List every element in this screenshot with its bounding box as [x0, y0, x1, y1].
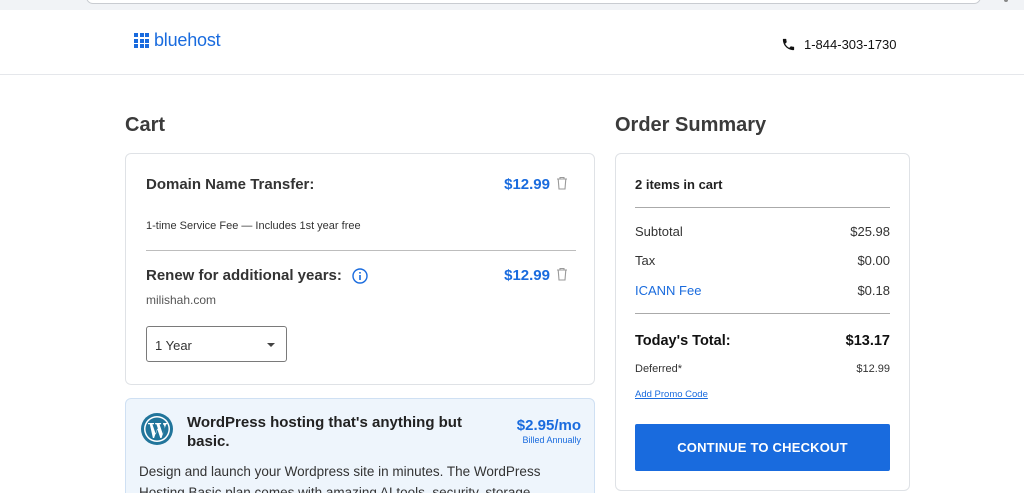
item-divider [146, 250, 576, 251]
phone-icon [782, 38, 795, 51]
renew-term-value: 1 Year [155, 338, 192, 353]
deferred-label: Deferred* [635, 363, 683, 375]
subtotal-label: Subtotal [635, 224, 683, 239]
deferred-row: Deferred* $12.99 [635, 363, 890, 375]
wordpress-promo-price: $2.95/mo [516, 417, 581, 434]
domain-name: milishah.com [146, 293, 217, 307]
wordpress-logo-icon [141, 413, 173, 445]
domain-transfer-name: Domain Name Transfer: [146, 176, 315, 193]
order-summary-card: 2 items in cart Subtotal $25.98 Tax $0.0… [615, 153, 910, 491]
info-icon[interactable] [352, 268, 368, 284]
subtotal-row: Subtotal $25.98 [635, 224, 890, 239]
subtotal-value: $25.98 [850, 224, 890, 239]
chevron-down-icon [267, 343, 275, 347]
wordpress-promo-title: WordPress hosting that's anything but ba… [187, 414, 462, 450]
deferred-value: $12.99 [856, 363, 890, 375]
tax-row: Tax $0.00 [635, 253, 890, 268]
renew-item-row: Renew for additional years: [146, 267, 368, 284]
menu-dot-icon[interactable] [1004, 0, 1008, 2]
bluehost-logo[interactable]: bluehost [134, 30, 221, 51]
tax-label: Tax [635, 253, 656, 268]
total-value: $13.17 [845, 333, 890, 349]
order-summary-title: Order Summary [615, 114, 767, 136]
total-row: Today's Total: $13.17 [635, 333, 890, 349]
trash-icon[interactable] [556, 267, 568, 281]
logo-grid-icon [134, 33, 149, 48]
logo-text: bluehost [154, 30, 221, 50]
add-promo-code-link[interactable]: Add Promo Code [635, 389, 708, 400]
tax-value: $0.00 [857, 253, 890, 268]
address-bar[interactable] [86, 0, 981, 4]
renew-item-price: $12.99 [504, 267, 550, 284]
cart-title: Cart [125, 114, 166, 136]
wordpress-billing-note: Billed Annually [522, 435, 581, 445]
icann-fee-link[interactable]: ICANN Fee [635, 283, 701, 298]
items-count: 2 items in cart [635, 177, 723, 192]
wordpress-upsell-card: WordPress hosting that's anything but ba… [125, 398, 595, 493]
icann-fee-row: ICANN Fee $0.18 [635, 283, 890, 298]
summary-divider [635, 313, 890, 314]
phone-number: 1-844-303-1730 [804, 37, 897, 52]
wordpress-promo-description: Design and launch your Wordpress site in… [139, 464, 541, 493]
domain-transfer-price: $12.99 [504, 176, 550, 193]
icann-fee-value: $0.18 [857, 283, 890, 298]
site-header: bluehost 1-844-303-1730 [0, 10, 1024, 75]
continue-to-checkout-button[interactable]: CONTINUE TO CHECKOUT [635, 424, 890, 471]
trash-icon[interactable] [556, 176, 568, 190]
service-fee-note: 1-time Service Fee — Includes 1st year f… [146, 220, 361, 232]
total-label: Today's Total: [635, 333, 731, 349]
phone-contact[interactable]: 1-844-303-1730 [781, 37, 897, 52]
summary-divider [635, 207, 890, 208]
renew-item-name: Renew for additional years: [146, 267, 342, 284]
renew-term-select[interactable]: 1 Year [146, 326, 287, 362]
cart-card: Domain Name Transfer: $12.99 1-time Serv… [125, 153, 595, 385]
browser-top-strip [0, 0, 1024, 10]
